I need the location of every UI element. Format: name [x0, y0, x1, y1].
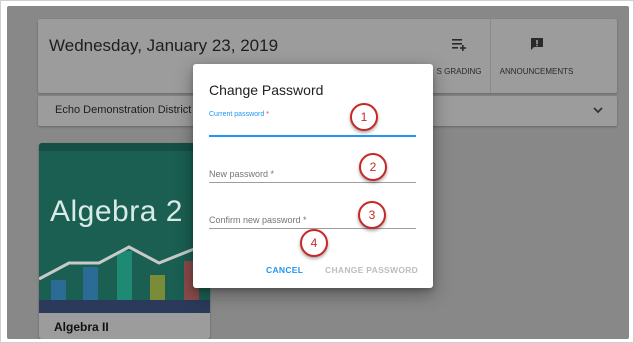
current-password-label: Current password * — [209, 111, 269, 118]
confirm-password-label: Confirm new password * — [209, 215, 307, 225]
chevron-down-icon — [593, 107, 603, 114]
playlist-add-icon — [452, 39, 466, 51]
cancel-button[interactable]: CANCEL — [266, 265, 303, 275]
change-password-button[interactable]: CHANGE PASSWORD — [325, 265, 418, 275]
course-card[interactable]: Algebra 2 Algebra II — [39, 143, 210, 339]
screenshot-frame: Wednesday, January 23, 2019 S GRADING AN… — [0, 0, 634, 343]
callout-4: 4 — [300, 229, 328, 257]
callout-2: 2 — [359, 153, 387, 181]
announcements-label: ANNOUNCEMENTS — [499, 67, 574, 76]
course-name: Algebra II — [54, 320, 109, 334]
callout-3: 3 — [358, 201, 386, 229]
callout-1: 1 — [350, 103, 378, 131]
course-art-title: Algebra 2 — [50, 195, 183, 228]
date-title: Wednesday, January 23, 2019 — [49, 36, 279, 55]
new-password-label: New password * — [209, 169, 275, 179]
current-password-label-text: Current password — [209, 111, 265, 118]
current-password-field[interactable]: Current password * — [209, 108, 416, 138]
current-password-underline — [209, 135, 416, 137]
required-mark: * — [266, 111, 269, 118]
district-label: Echo Demonstration District — [55, 104, 192, 116]
announcement-icon — [530, 38, 543, 50]
dialog-title: Change Password — [209, 82, 324, 98]
announcements-button[interactable]: ANNOUNCEMENTS — [490, 19, 582, 93]
new-password-underline — [209, 182, 416, 183]
